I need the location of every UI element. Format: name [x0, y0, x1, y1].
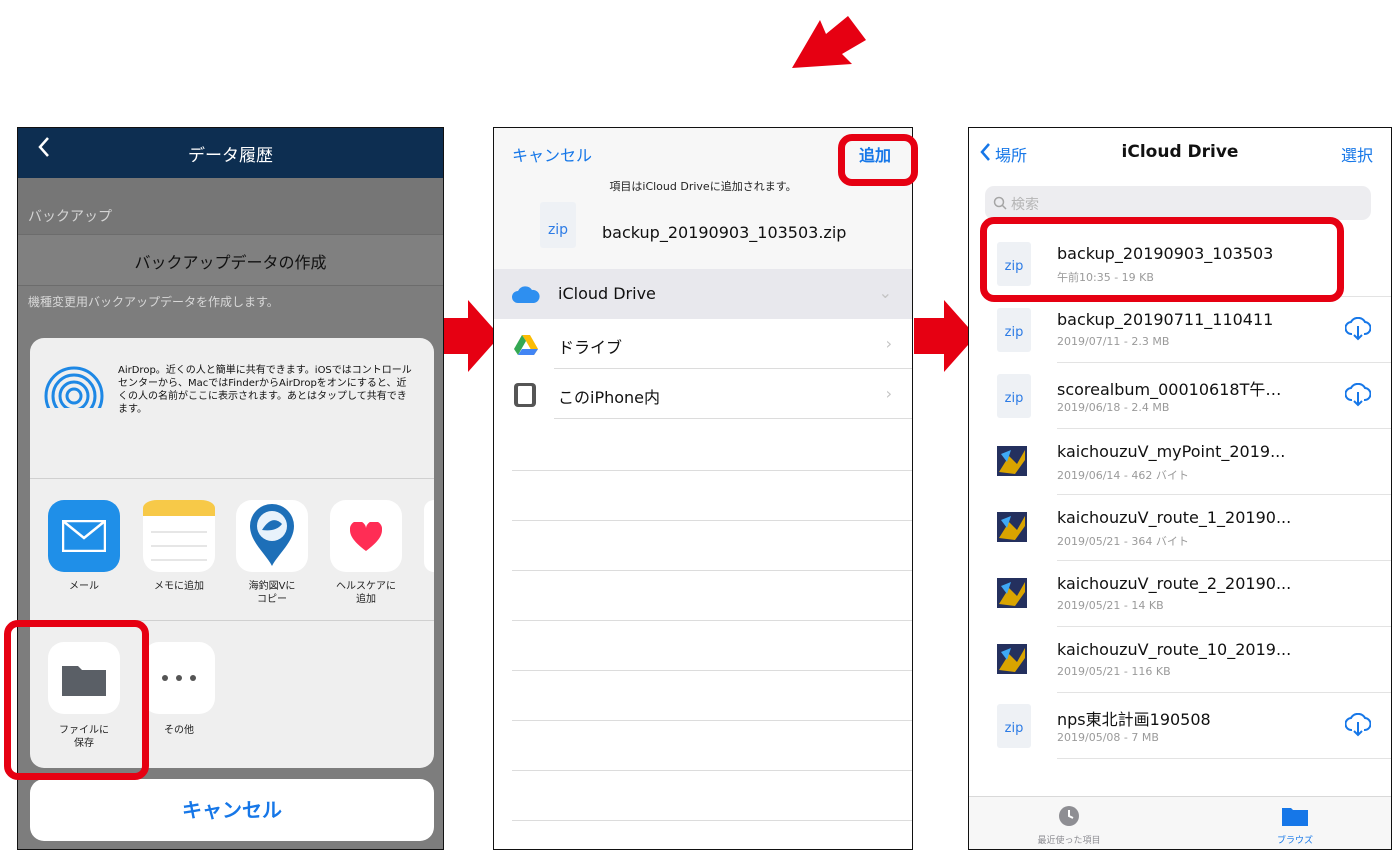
tab-recents[interactable]: 最近使った項目 [1009, 797, 1129, 849]
cloud-download-icon[interactable] [1345, 383, 1371, 407]
tab-label: 最近使った項目 [1037, 836, 1101, 846]
search-input[interactable]: 検索 [985, 186, 1371, 220]
file-name: backup_20190903_103503.zip [602, 223, 847, 242]
file-meta: 2019/06/14 - 462 バイト [1057, 469, 1189, 482]
app-file-icon [997, 446, 1027, 476]
tab-browse[interactable]: ブラウズ [1235, 797, 1355, 849]
zip-file-icon: zip [997, 308, 1031, 352]
app-label-mail: メール [69, 581, 99, 592]
file-row[interactable]: zip nps東北計画190508 2019/05/08 - 7 MB [969, 693, 1391, 759]
chevron-right-icon: › [885, 334, 892, 353]
zip-file-icon: zip [997, 374, 1031, 418]
icloud-icon [512, 286, 540, 303]
top-pointer-arrow-icon [792, 16, 866, 68]
file-meta: 2019/05/21 - 116 KB [1057, 665, 1171, 678]
fishing-chart-app-button[interactable] [236, 500, 308, 572]
location-row-icloud[interactable]: iCloud Drive ⌄ [494, 269, 912, 319]
file-name: kaichouzuV_route_10_2019... [1057, 640, 1292, 659]
select-button[interactable]: 選択 [1341, 142, 1373, 166]
file-meta: 2019/05/21 - 14 KB [1057, 599, 1164, 612]
page-title: iCloud Drive [1121, 142, 1239, 162]
file-name: kaichouzuV_route_2_20190... [1057, 574, 1292, 593]
right-arrow-icon [914, 300, 976, 372]
file-meta: 2019/06/18 - 2.4 MB [1057, 401, 1170, 414]
heart-icon [350, 522, 382, 551]
highlight-callout [4, 620, 149, 780]
app-file-icon [997, 644, 1027, 674]
file-name: scorealbum_00010618T午… [1057, 380, 1282, 399]
file-name: kaichouzuV_route_1_20190... [1057, 508, 1292, 527]
search-icon [993, 196, 1007, 210]
cancel-button[interactable]: キャンセル [30, 779, 434, 841]
more-icon [162, 675, 196, 681]
more-button[interactable] [143, 642, 215, 714]
location-label: iCloud Drive [558, 284, 656, 303]
page-title: データ履歴 [188, 146, 273, 166]
location-row-iphone[interactable]: このiPhone内 › [494, 369, 912, 419]
section-header: バックアップ [28, 209, 112, 225]
airdrop-icon [42, 366, 106, 428]
clock-icon [1059, 806, 1079, 826]
file-meta: 2019/07/11 - 2.3 MB [1057, 335, 1170, 348]
file-row[interactable]: kaichouzuV_route_1_20190... 2019/05/21 - … [969, 495, 1391, 561]
notes-app-button[interactable] [143, 500, 215, 572]
google-drive-icon [514, 335, 538, 355]
chevron-down-icon: ⌄ [878, 283, 892, 302]
highlight-callout [980, 217, 1344, 302]
create-backup-button[interactable]: バックアップデータの作成 [18, 249, 443, 273]
file-name: kaichouzuV_myPoint_2019... [1057, 442, 1286, 461]
app-label-notes: メモに追加 [154, 581, 204, 592]
file-row[interactable]: kaichouzuV_route_10_2019... 2019/05/21 - … [969, 627, 1391, 693]
location-row-drive[interactable]: ドライブ › [494, 319, 912, 369]
app-label-fishing-chart: 海釣図Vに コピー [248, 581, 296, 605]
health-app-button[interactable] [330, 500, 402, 572]
add-to-location-screen: キャンセル 追加 項目はiCloud Driveに追加されます。 zip bac… [493, 127, 913, 850]
file-row[interactable]: zip backup_20190711_110411 2019/07/11 - 2.… [969, 297, 1391, 363]
app-file-icon [997, 512, 1027, 542]
chevron-right-icon: › [885, 384, 892, 403]
notes-icon [143, 500, 215, 561]
app-label-health: ヘルスケアに 追加 [336, 581, 396, 605]
zip-file-icon: zip [540, 202, 576, 248]
location-label: このiPhone内 [558, 388, 661, 407]
file-meta: 2019/05/21 - 364 バイト [1057, 535, 1189, 548]
zip-file-icon: zip [997, 704, 1031, 748]
airdrop-description: AirDrop。近くの人と簡単に共有できます。iOSではコントロールセンターから… [118, 365, 412, 415]
file-meta: 2019/05/08 - 7 MB [1057, 731, 1159, 744]
file-row[interactable]: kaichouzuV_myPoint_2019... 2019/06/14 - 4… [969, 429, 1391, 495]
iphone-icon [514, 383, 536, 407]
cloud-download-icon[interactable] [1345, 317, 1371, 341]
file-row[interactable]: kaichouzuV_route_2_20190... 2019/05/21 - … [969, 561, 1391, 627]
tab-label: ブラウズ [1276, 836, 1313, 846]
folder-icon [1282, 808, 1308, 826]
tab-bar: 最近使った項目 ブラウズ [969, 796, 1391, 849]
mail-icon [62, 520, 106, 552]
cloud-download-icon[interactable] [1345, 713, 1371, 737]
mail-app-button[interactable] [48, 500, 120, 572]
nav-bar: データ履歴 [18, 128, 443, 178]
cancel-button[interactable]: キャンセル [512, 142, 592, 166]
app-file-icon [997, 578, 1027, 608]
description-text: 機種変更用バックアップデータを作成します。 [28, 295, 279, 309]
location-label: ドライブ [558, 338, 623, 357]
right-arrow-icon [438, 300, 500, 372]
file-name: backup_20190711_110411 [1057, 310, 1274, 329]
highlight-callout [838, 134, 918, 186]
file-name: nps東北計画190508 [1057, 710, 1211, 729]
file-row[interactable]: zip scorealbum_00010618T午… 2019/06/18 - 2.… [969, 363, 1391, 429]
fishing-chart-icon [250, 504, 294, 566]
search-placeholder: 検索 [1011, 197, 1039, 213]
